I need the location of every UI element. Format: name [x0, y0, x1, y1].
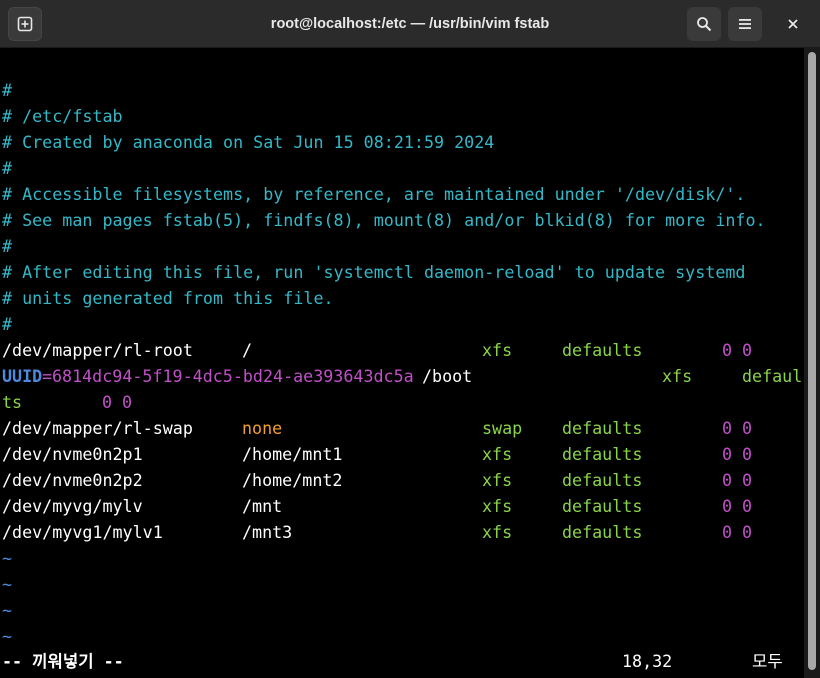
fstab-options: defaults — [562, 340, 643, 360]
scrollbar[interactable] — [804, 48, 820, 678]
fstab-options: defaults — [562, 444, 643, 464]
comment-line: # Created by anaconda on Sat Jun 15 08:2… — [2, 132, 495, 152]
fstab-mount: /home/mnt1 — [242, 444, 343, 464]
uuid-key: UUID — [2, 366, 43, 386]
fstab-mount: /home/mnt2 — [242, 470, 343, 490]
fstab-device: /dev/nvme0n2p1 — [2, 444, 143, 464]
fstab-pass: 0 — [742, 418, 753, 438]
fstab-device: /dev/mapper/rl-root — [2, 340, 193, 360]
fstab-options: defaul — [742, 366, 803, 386]
comment-line: # — [2, 80, 13, 100]
close-button[interactable] — [776, 7, 810, 41]
empty-line-tilde: ~ — [2, 574, 13, 594]
empty-line-tilde: ~ — [2, 548, 13, 568]
empty-line-tilde: ~ — [2, 600, 13, 620]
fstab-options: defaults — [562, 470, 643, 490]
uuid-value: 6814dc94-5f19-4dc5-bd24-ae393643dc5a — [52, 366, 414, 386]
fstab-type: xfs — [482, 522, 513, 542]
cursor-position: 18,32 — [622, 651, 673, 671]
fstab-type: xfs — [482, 444, 513, 464]
fstab-type: xfs — [662, 366, 693, 386]
fstab-options: defaults — [562, 496, 643, 516]
comment-line: # — [2, 314, 13, 334]
fstab-options: defaults — [562, 522, 643, 542]
search-button[interactable] — [687, 7, 721, 41]
comment-line: # — [2, 158, 13, 178]
comment-line: # /etc/fstab — [2, 106, 123, 126]
fstab-mount: /mnt — [242, 496, 283, 516]
scroll-indicator: 모두 — [752, 651, 783, 671]
empty-line-tilde: ~ — [2, 626, 13, 646]
fstab-device: /dev/myvg1/mylv1 — [2, 522, 163, 542]
fstab-type: swap — [482, 418, 523, 438]
fstab-options: defaults — [562, 418, 643, 438]
fstab-pass: 0 — [122, 392, 133, 412]
fstab-dump: 0 — [722, 444, 733, 464]
fstab-dump: 0 — [722, 470, 733, 490]
fstab-dump: 0 — [722, 496, 733, 516]
fstab-mount: /boot — [422, 366, 473, 386]
fstab-mount: none — [242, 418, 283, 438]
fstab-pass: 0 — [742, 444, 753, 464]
fstab-dump: 0 — [722, 522, 733, 542]
fstab-type: xfs — [482, 340, 513, 360]
fstab-dump: 0 — [722, 418, 733, 438]
fstab-mount: / — [242, 340, 253, 360]
fstab-mount: /mnt3 — [242, 522, 293, 542]
fstab-device: /dev/mapper/rl-swap — [2, 418, 193, 438]
comment-line: # Accessible filesystems, by reference, … — [2, 184, 746, 204]
uuid-equals: = — [42, 366, 53, 386]
fstab-device: /dev/myvg/mylv — [2, 496, 143, 516]
fstab-pass: 0 — [742, 522, 753, 542]
fstab-device: /dev/nvme0n2p2 — [2, 470, 143, 490]
menu-icon — [739, 19, 751, 29]
menu-button[interactable] — [728, 7, 762, 41]
comment-line: # — [2, 236, 13, 256]
comment-line: # See man pages fstab(5), findfs(8), mou… — [2, 210, 766, 230]
search-icon — [697, 17, 712, 32]
fstab-options-wrap: ts — [2, 392, 23, 412]
fstab-dump: 0 — [102, 392, 113, 412]
fstab-pass: 0 — [742, 496, 753, 516]
vim-mode-indicator: -- 끼워넣기 -- — [2, 651, 124, 671]
comment-line: # After editing this file, run 'systemct… — [2, 262, 746, 282]
title-bar: root@localhost:/etc — /usr/bin/vim fstab — [0, 0, 820, 48]
comment-line: # units generated from this file. — [2, 288, 334, 308]
scrollbar-thumb[interactable] — [808, 52, 816, 670]
fstab-type: xfs — [482, 470, 513, 490]
close-icon — [788, 19, 798, 29]
fstab-pass: 0 — [742, 470, 753, 490]
fstab-dump: 0 — [722, 340, 733, 360]
fstab-pass: 0 — [742, 340, 753, 360]
fstab-type: xfs — [482, 496, 513, 516]
